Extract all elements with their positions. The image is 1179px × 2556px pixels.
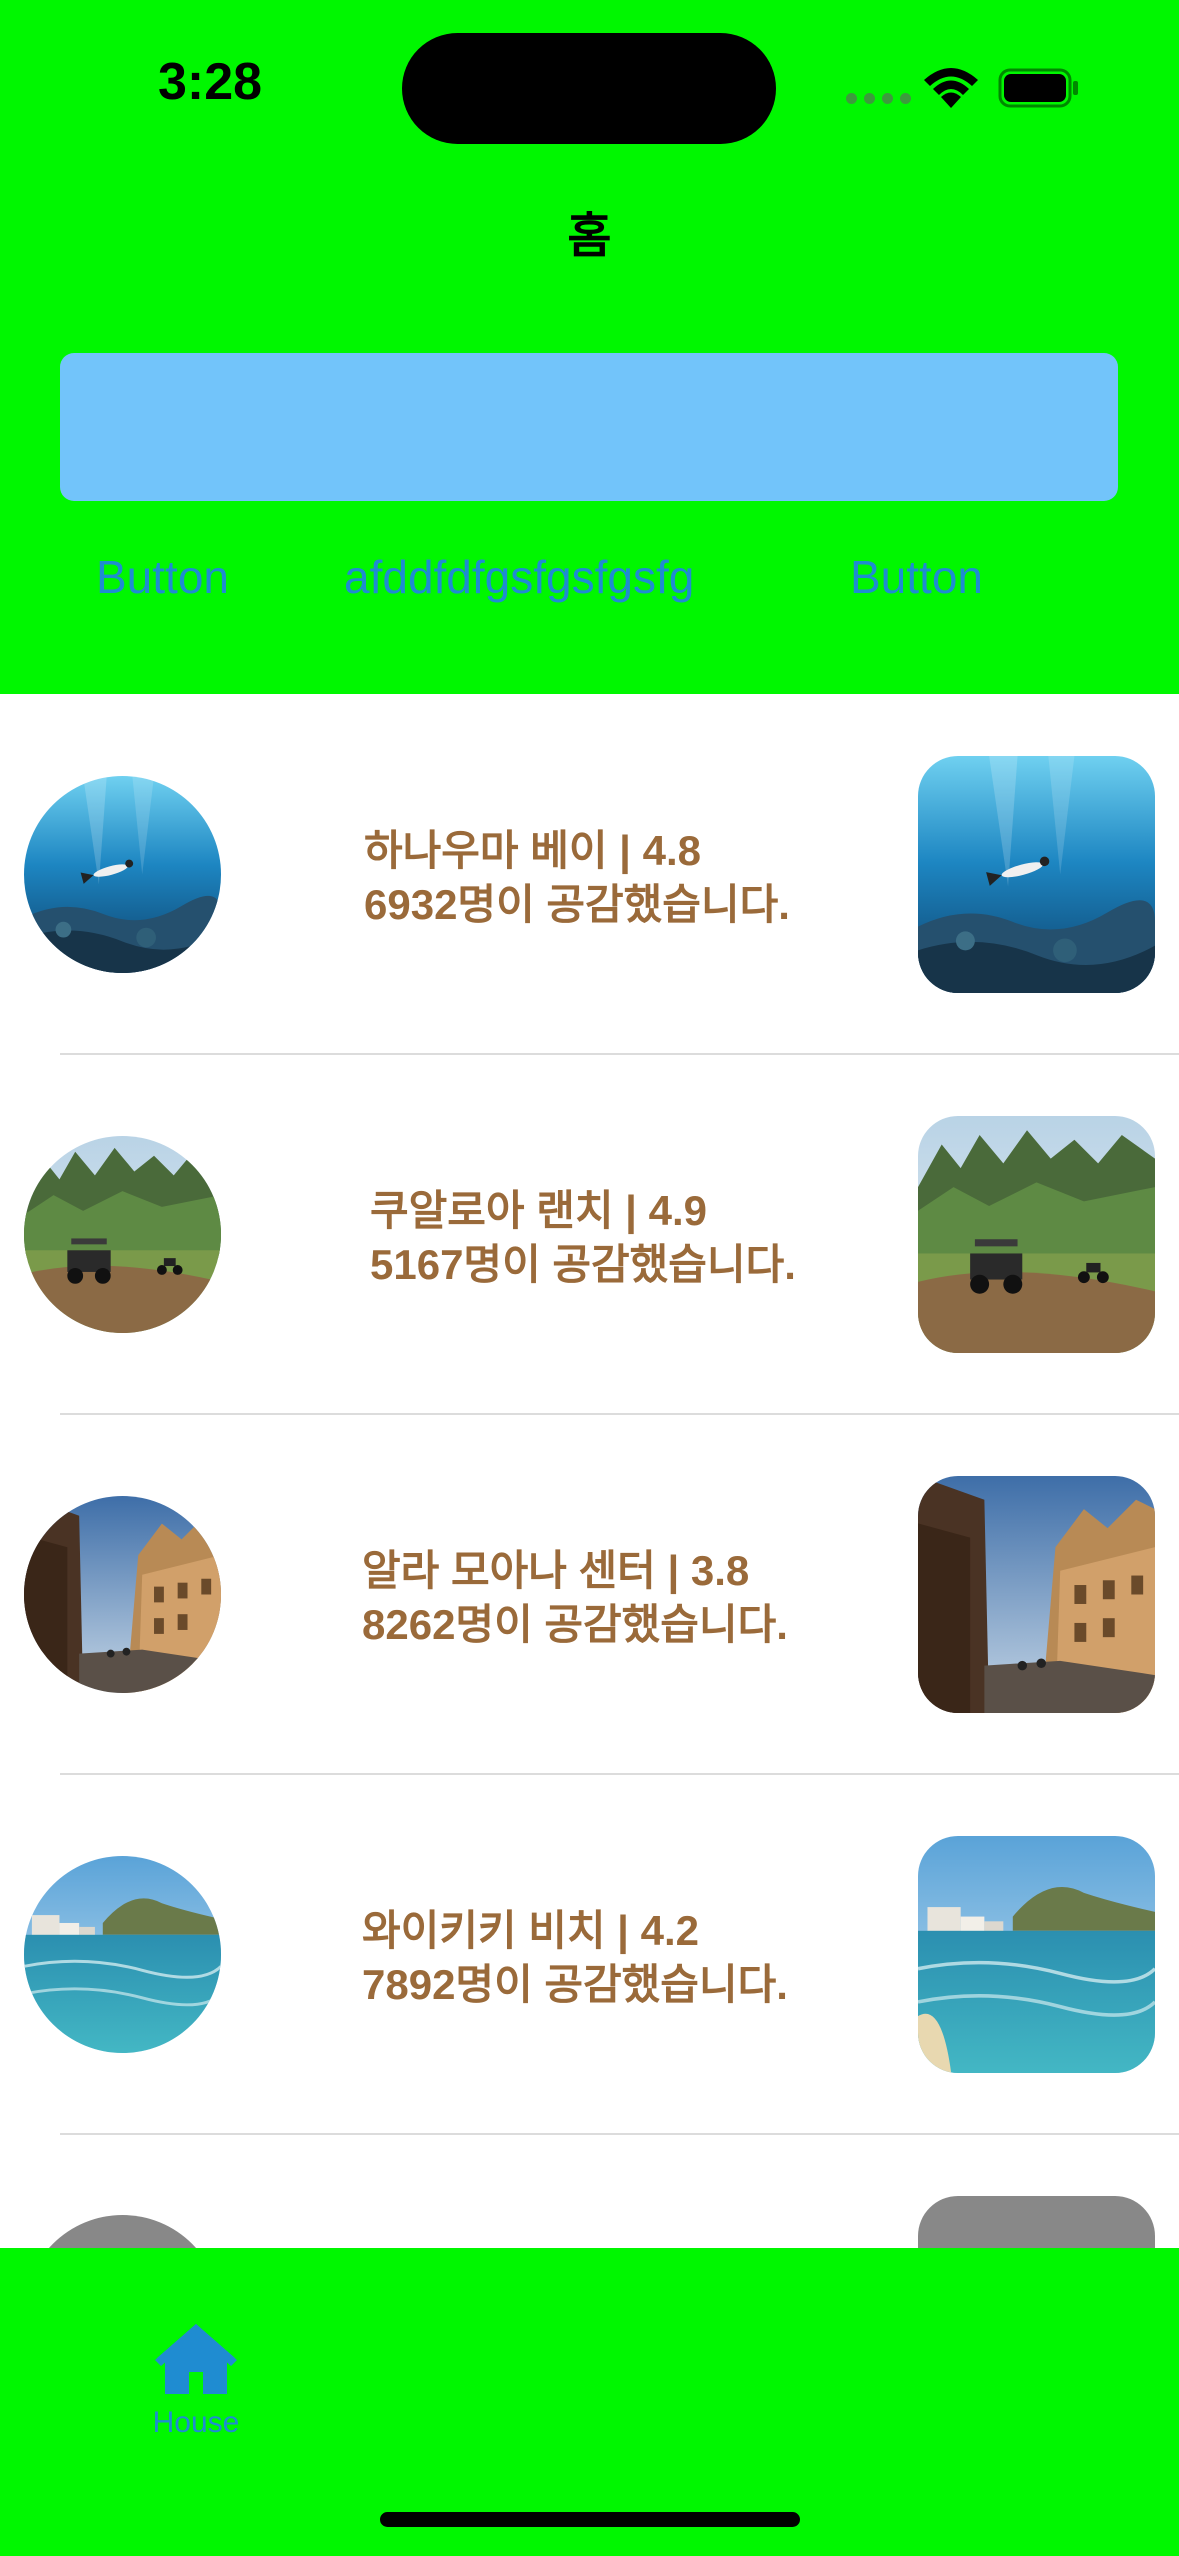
- list-item[interactable]: 와이키키 비치 | 4.2 7892명이 공감했습니다.: [0, 1774, 1179, 2134]
- house-icon: [153, 2320, 239, 2398]
- place-likes: 8262명이 공감했습니다.: [362, 1601, 788, 1648]
- place-avatar: [24, 1496, 221, 1693]
- place-likes: 5167명이 공감했습니다.: [370, 1241, 796, 1288]
- place-thumbnail: [918, 1836, 1155, 2073]
- cellular-signal-icon: [846, 93, 911, 104]
- place-thumbnail: [918, 1476, 1155, 1713]
- tab-bar: House: [0, 2248, 1179, 2556]
- place-avatar: [24, 776, 221, 973]
- place-likes: 7892명이 공감했습니다.: [362, 1961, 788, 2008]
- row-divider: [60, 2133, 1179, 2135]
- wifi-icon: [924, 68, 978, 108]
- place-title: 와이키키 비치 | 4.2: [362, 1907, 699, 1954]
- status-time: 3:28: [158, 53, 263, 111]
- place-info: 쿠알로아 랜치 | 4.9 5167명이 공감했습니다.: [370, 1184, 796, 1292]
- list-item[interactable]: 알라 모아나 센터 | 3.8 8262명이 공감했습니다.: [0, 1414, 1179, 1774]
- tab-house[interactable]: House: [140, 2320, 252, 2440]
- right-button[interactable]: Button: [850, 550, 983, 604]
- place-avatar: [24, 1856, 221, 2053]
- place-info: 알라 모아나 센터 | 3.8 8262명이 공감했습니다.: [362, 1544, 788, 1652]
- list-item[interactable]: 쿠알로아 랜치 | 4.9 5167명이 공감했습니다.: [0, 1054, 1179, 1414]
- dynamic-island: [402, 33, 776, 144]
- search-bar[interactable]: [60, 353, 1118, 501]
- place-title: 알라 모아나 센터 | 3.8: [362, 1547, 750, 1594]
- place-info: 와이키키 비치 | 4.2 7892명이 공감했습니다.: [362, 1904, 788, 2012]
- header: 3:28 홈 Button afddfdfgsfgsfgsfg Button: [0, 0, 1179, 694]
- battery-icon: [998, 68, 1078, 108]
- place-thumbnail: [918, 1116, 1155, 1353]
- place-avatar: [24, 1136, 221, 1333]
- place-title: 쿠알로아 랜치 | 4.9: [370, 1187, 707, 1234]
- place-info: 하나우마 베이 | 4.8 6932명이 공감했습니다.: [364, 824, 790, 932]
- place-thumbnail: [918, 756, 1155, 993]
- middle-button[interactable]: afddfdfgsfgsfgsfg: [344, 550, 694, 604]
- place-likes: 6932명이 공감했습니다.: [364, 881, 790, 928]
- tab-house-label: House: [152, 2406, 240, 2439]
- place-title: 하나우마 베이 | 4.8: [364, 827, 701, 874]
- home-indicator: [380, 2512, 800, 2527]
- page-title: 홈: [567, 210, 612, 263]
- list-item[interactable]: 하나우마 베이 | 4.8 6932명이 공감했습니다.: [0, 694, 1179, 1054]
- left-button[interactable]: Button: [96, 550, 229, 604]
